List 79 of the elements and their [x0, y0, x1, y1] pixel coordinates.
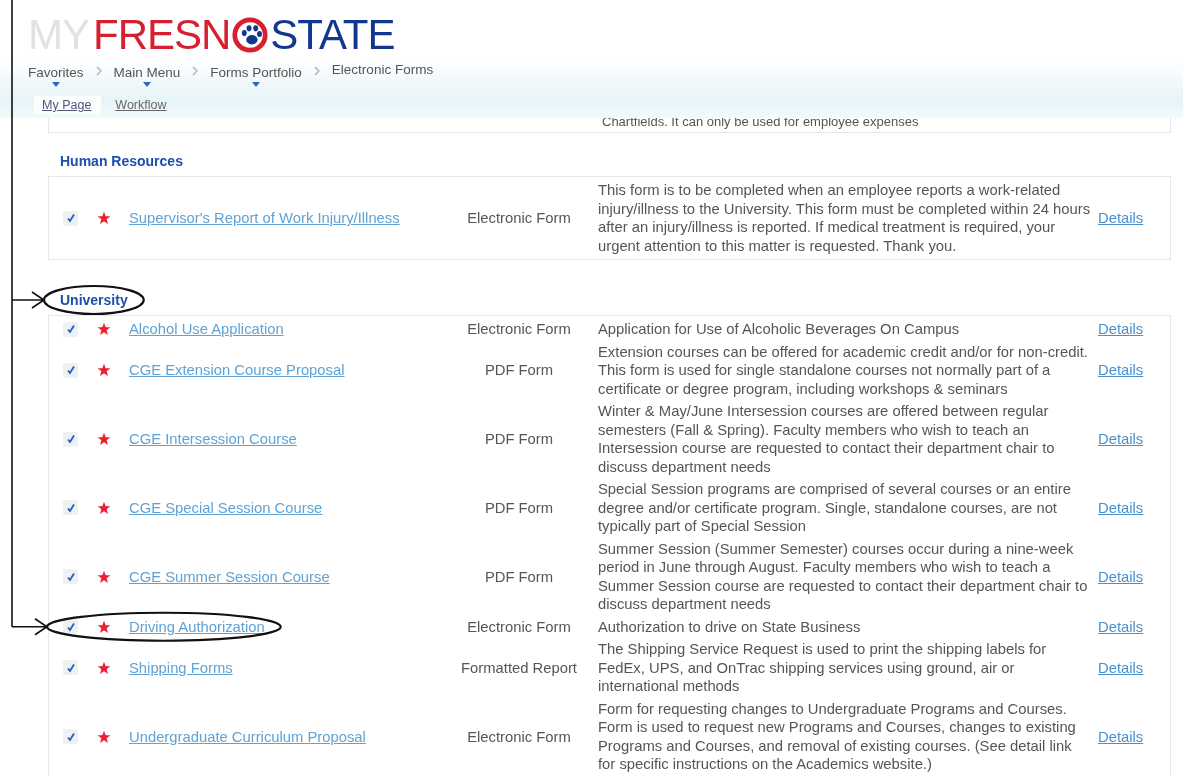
form-link[interactable]: Alcohol Use Application: [129, 321, 284, 338]
details-link[interactable]: Details: [1098, 362, 1144, 379]
checkmark-icon: [65, 731, 76, 742]
section-heading: Human Resources: [60, 153, 183, 169]
checkmark-icon: [65, 571, 76, 582]
form-link[interactable]: CGE Special Session Course: [129, 499, 323, 516]
form-type: Electronic Form: [467, 728, 571, 745]
star-icon[interactable]: [97, 729, 111, 744]
form-description: Winter & May/June Intersession courses are offered between regular semesters (Fall & Spring). Faculty members who wish to teach an Intersession course are requested to contact their department chair to discuss department needs: [597, 402, 1056, 476]
details-link[interactable]: Details: [1098, 618, 1144, 635]
form-description: Authorization to drive on State Business: [597, 617, 861, 636]
chevron-icon: [192, 65, 199, 76]
form-type: PDF Form: [484, 362, 554, 379]
checkbox[interactable]: [63, 362, 78, 378]
breadcrumb-link[interactable]: Favorites: [28, 65, 84, 81]
checkmark-icon: [65, 434, 76, 444]
checkbox[interactable]: [63, 210, 78, 226]
checkbox[interactable]: [63, 569, 78, 584]
breadcrumb-link[interactable]: Electronic Forms: [331, 61, 434, 78]
caret-icon[interactable]: [252, 82, 261, 87]
form-type: PDF Form: [484, 499, 554, 516]
section-heading: University: [60, 292, 128, 308]
details-link[interactable]: Details: [1098, 499, 1144, 516]
form-description: Special Session programs are comprised of several courses or an entire degree and/or certificate program. Single, standalone courses, are not typically part of Special Session: [597, 480, 1072, 536]
checkbox[interactable]: [63, 321, 78, 337]
checkmark-icon: [65, 662, 76, 673]
checkmark-icon: [65, 213, 76, 223]
form-link[interactable]: Shipping Forms: [129, 659, 233, 676]
form-type: Electronic Form: [467, 618, 571, 635]
details-link[interactable]: Details: [1098, 728, 1144, 745]
checkbox[interactable]: [63, 660, 78, 676]
form-link[interactable]: CGE Summer Session Course: [129, 568, 330, 585]
breadcrumb-link[interactable]: Forms Portfolio: [210, 65, 302, 81]
form-type: PDF Form: [484, 431, 554, 447]
form-description: Summer Session (Summer Semester) courses occur during a nine-week period in June through August. Faculty members who wish to teach a Summer Session course are requested to contact their department chair to discuss department needs: [597, 539, 1089, 614]
chevron-icon: [95, 65, 102, 76]
form-description: This form is to be completed when an employee reports a work-related injury/illness to the University. This form must be completed within 24 hours after an injury/illness is reported. If medical treatment is required, your urgent attention to this matter is requested. Thank you.: [597, 181, 1092, 255]
checkmark-icon: [65, 324, 76, 335]
form-link[interactable]: CGE Intersession Course: [129, 431, 297, 447]
chevron-icon: [313, 65, 320, 76]
details-link[interactable]: Details: [1098, 431, 1144, 447]
details-link[interactable]: Details: [1098, 210, 1144, 226]
checkmark-icon: [65, 621, 76, 632]
star-icon[interactable]: [97, 500, 111, 515]
details-link[interactable]: Details: [1098, 568, 1144, 585]
checkbox[interactable]: [63, 729, 78, 744]
paw-logo-icon: [231, 16, 270, 54]
checkbox[interactable]: [63, 500, 78, 516]
star-icon[interactable]: [97, 322, 111, 337]
checkmark-icon: [65, 365, 76, 376]
breadcrumb-link[interactable]: Main Menu: [113, 65, 181, 81]
star-icon[interactable]: [97, 660, 111, 675]
form-description: Extension courses can be offered for academic credit and/or for non-credit. This form is used for single standalone courses not normally part of a certificate or degree program, including workshops & seminars: [597, 342, 1089, 398]
form-type: Electronic Form: [467, 210, 571, 226]
star-icon[interactable]: [97, 569, 111, 584]
form-description: Application for Use of Alcoholic Beverages On Campus: [597, 320, 960, 339]
details-link[interactable]: Details: [1098, 321, 1144, 338]
form-link[interactable]: Supervisor's Report of Work Injury/Illness: [129, 210, 400, 226]
form-description: The Shipping Service Request is used to print the shipping labels for FedEx, UPS, and OnTrac shipping services using ground, air or international methods: [597, 640, 1048, 696]
form-link[interactable]: Driving Authorization: [129, 618, 265, 635]
star-icon[interactable]: [97, 432, 111, 446]
form-type: PDF Form: [484, 568, 554, 585]
checkmark-icon: [65, 502, 76, 513]
checkbox[interactable]: [63, 431, 78, 447]
form-description: Form for requesting changes to Undergraduate Programs and Courses. Form is used to request new Programs and Courses, changes to existing Programs and Courses, and removal of existing courses. (See detail link for specific instructions on the Academics website.): [597, 699, 1077, 774]
logo-text: STATE: [270, 11, 395, 59]
form-type: Formatted Report: [461, 659, 577, 676]
star-icon[interactable]: [97, 211, 111, 225]
caret-icon[interactable]: [142, 82, 151, 87]
star-icon[interactable]: [97, 619, 111, 634]
details-link[interactable]: Details: [1098, 659, 1144, 676]
form-type: Electronic Form: [467, 321, 571, 338]
form-link[interactable]: Undergraduate Curriculum Proposal: [129, 728, 366, 745]
tab[interactable]: Workflow: [107, 96, 177, 114]
star-icon[interactable]: [97, 363, 111, 378]
form-link[interactable]: CGE Extension Course Proposal: [129, 362, 345, 379]
caret-icon[interactable]: [51, 82, 60, 87]
tab[interactable]: My Page: [34, 96, 102, 114]
logo-text: FRESN: [93, 11, 231, 59]
